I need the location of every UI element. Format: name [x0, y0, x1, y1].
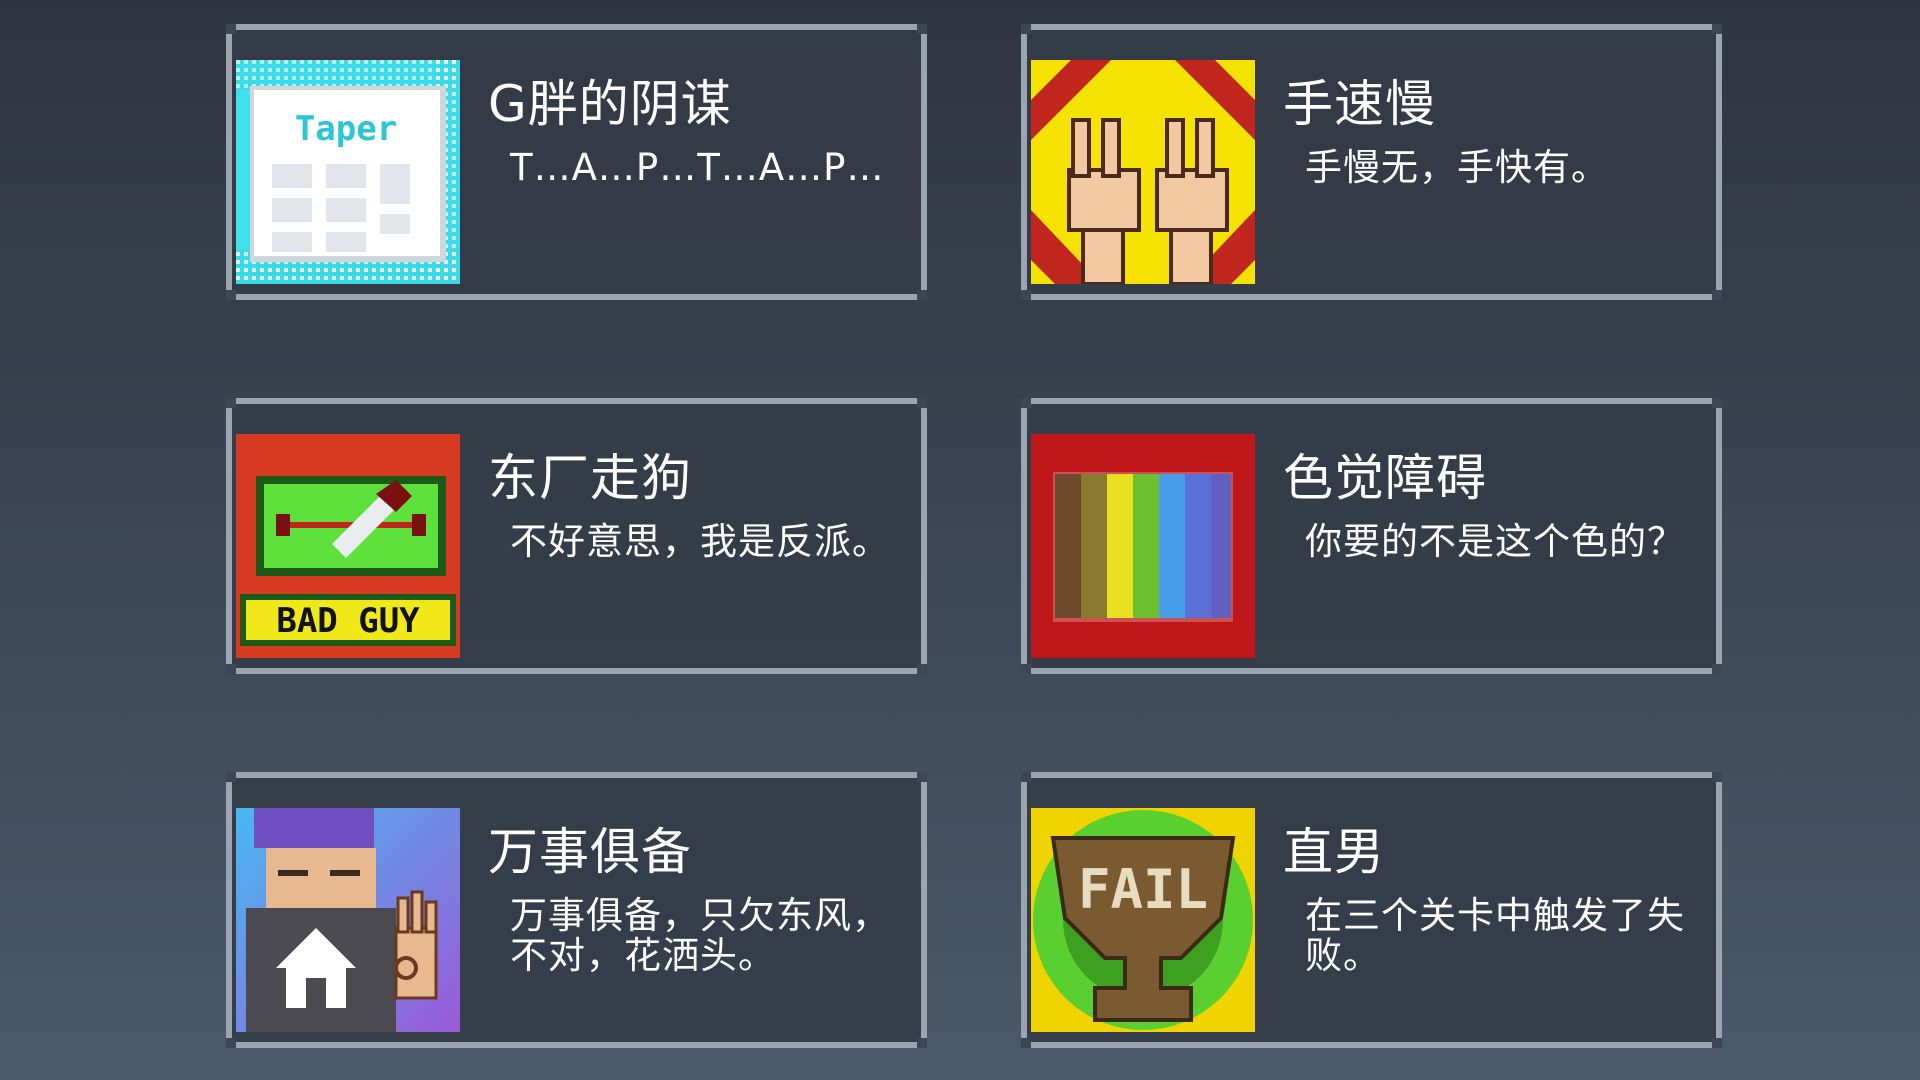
achievement-card-1[interactable]: Taper G胖的阴谋 T…A…P…T…A…P…: [226, 24, 927, 300]
achievement-description: 万事俱备，只欠东风，不对，花洒头。: [510, 894, 890, 977]
achievement-description: T…A…P…T…A…P…: [510, 146, 885, 189]
achievement-title: 直男: [1283, 823, 1385, 881]
achievement-description: 在三个关卡中触发了失败。: [1305, 894, 1685, 977]
achievement-card-5[interactable]: 万事俱备 万事俱备，只欠东风，不对，花洒头。: [226, 772, 927, 1048]
fail-text: FAIL: [1078, 858, 1208, 921]
bad-guy-knife-icon: BAD GUY: [236, 434, 460, 658]
rainbow-colorblind-icon: [1031, 434, 1255, 658]
taper-logo-text: Taper: [295, 109, 397, 149]
achievement-card-4[interactable]: 色觉障碍 你要的不是这个色的？: [1021, 398, 1722, 674]
peace-hands-icon: [1031, 60, 1255, 284]
achievement-description: 你要的不是这个色的？: [1305, 520, 1685, 563]
achievement-title: 手速慢: [1283, 75, 1436, 133]
achievement-description: 不好意思，我是反派。: [510, 520, 890, 563]
taper-document-icon: Taper: [236, 60, 460, 284]
achievement-description: 手慢无，手快有。: [1305, 146, 1609, 189]
achievement-title: 色觉障碍: [1283, 449, 1487, 507]
achievement-title: G胖的阴谋: [488, 75, 732, 133]
ninja-ok-hand-icon: [236, 808, 460, 1032]
fail-trophy-icon: FAIL: [1031, 808, 1255, 1032]
achievement-title: 东厂走狗: [488, 449, 692, 507]
achievement-card-6[interactable]: FAIL 直男 在三个关卡中触发了失败。: [1021, 772, 1722, 1048]
achievement-card-2[interactable]: 手速慢 手慢无，手快有。: [1021, 24, 1722, 300]
achievement-card-3[interactable]: BAD GUY 东厂走狗 不好意思，我是反派。: [226, 398, 927, 674]
achievement-title: 万事俱备: [488, 823, 692, 881]
bad-guy-text: BAD GUY: [276, 601, 420, 641]
